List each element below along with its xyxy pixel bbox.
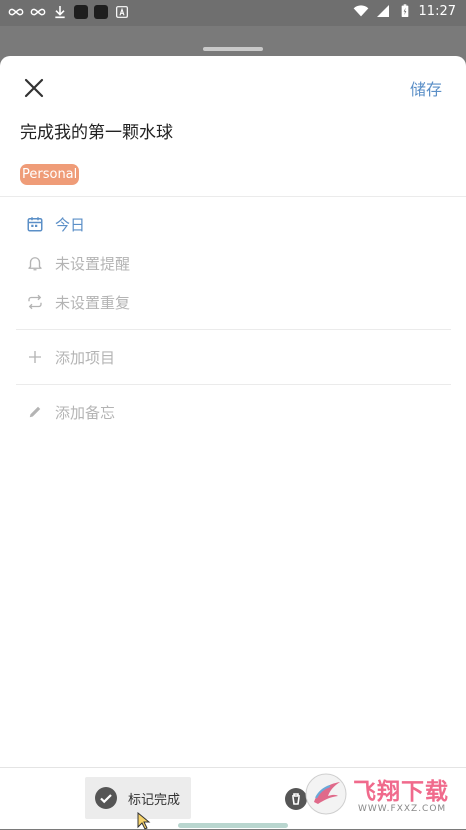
divider: [16, 329, 451, 330]
add-note-option[interactable]: 添加备忘: [26, 401, 115, 423]
system-icons: 11:27: [353, 3, 456, 19]
watermark: 飞翔下载 WWW.FXXZ.COM: [298, 770, 462, 824]
download-icon: [52, 4, 68, 20]
tag-personal[interactable]: Personal: [20, 164, 80, 185]
add-note-label: 添加备忘: [55, 403, 116, 422]
reminder-option[interactable]: 未设置提醒: [26, 252, 130, 274]
signal-icon: [376, 5, 389, 17]
due-date-option[interactable]: 今日: [26, 213, 85, 235]
check-circle-icon: [95, 787, 117, 809]
close-icon[interactable]: [22, 76, 46, 100]
app-notification-icon: [94, 5, 108, 19]
add-item-label: 添加项目: [55, 348, 116, 367]
font-a-icon: [114, 4, 130, 20]
repeat-label: 未设置重复: [55, 293, 131, 312]
navigation-bar-handle: [178, 823, 288, 828]
infinity-icon: [8, 4, 24, 20]
reminder-label: 未设置提醒: [55, 254, 131, 273]
repeat-icon: [26, 293, 44, 311]
wifi-icon: [353, 5, 368, 17]
watermark-url: WWW.FXXZ.COM: [358, 804, 447, 814]
save-button[interactable]: 储存: [410, 76, 442, 100]
notification-icons: [8, 4, 130, 20]
calendar-icon: [26, 215, 44, 233]
mark-complete-label: 标记完成: [128, 792, 181, 808]
task-title[interactable]: 完成我的第一颗水球: [20, 118, 173, 143]
task-detail-sheet: 储存 完成我的第一颗水球 Personal 今日 未设置提醒 未设置重复 添加项…: [0, 56, 466, 828]
infinity-icon: [30, 4, 46, 20]
pointer-cursor-icon: [137, 812, 151, 830]
sheet-drag-handle[interactable]: [203, 47, 263, 51]
due-date-label: 今日: [55, 215, 86, 234]
bell-icon: [26, 254, 44, 272]
add-item-option[interactable]: 添加项目: [26, 346, 115, 368]
divider: [0, 196, 466, 197]
status-bar: 11:27: [0, 0, 466, 26]
battery-icon: [401, 4, 408, 17]
clock: 11:27: [418, 3, 456, 19]
plus-icon: [26, 348, 44, 366]
repeat-option[interactable]: 未设置重复: [26, 291, 130, 313]
watermark-logo-icon: [305, 773, 347, 815]
watermark-text: 飞翔下载: [353, 779, 449, 805]
divider: [16, 384, 451, 385]
app-notification-icon: [74, 5, 88, 19]
pencil-icon: [26, 403, 44, 421]
